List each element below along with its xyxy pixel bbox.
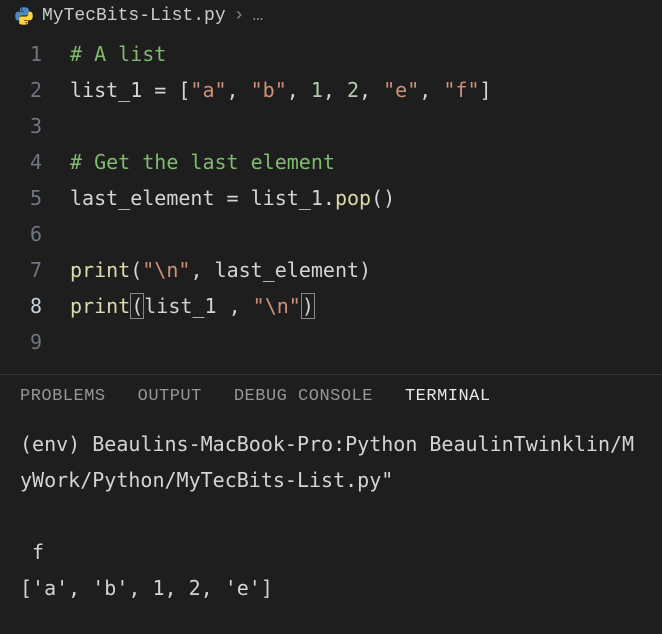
code-line[interactable]: 3 <box>0 108 662 144</box>
line-number: 5 <box>0 180 70 216</box>
panel-tabs: PROBLEMS OUTPUT DEBUG CONSOLE TERMINAL <box>0 375 662 418</box>
line-number: 6 <box>0 216 70 252</box>
breadcrumb-filename[interactable]: MyTecBits-List.py <box>42 6 226 26</box>
code-line[interactable]: 2list_1 = ["a", "b", 1, 2, "e", "f"] <box>0 72 662 108</box>
python-icon <box>14 6 34 26</box>
code-line[interactable]: 8print(list_1 , "\n") <box>0 288 662 324</box>
code-content[interactable]: # Get the last element <box>70 144 335 180</box>
code-content[interactable]: last_element = list_1.pop() <box>70 180 395 216</box>
code-line[interactable]: 9 <box>0 324 662 360</box>
code-content[interactable]: # A list <box>70 36 166 72</box>
terminal-output[interactable]: (env) Beaulins-MacBook-Pro:Python Beauli… <box>0 418 662 614</box>
bottom-panel: PROBLEMS OUTPUT DEBUG CONSOLE TERMINAL (… <box>0 374 662 614</box>
line-number: 8 <box>0 288 70 324</box>
line-number: 7 <box>0 252 70 288</box>
tab-terminal[interactable]: TERMINAL <box>405 387 491 406</box>
tab-output[interactable]: OUTPUT <box>138 387 202 406</box>
code-line[interactable]: 7print("\n", last_element) <box>0 252 662 288</box>
breadcrumb: MyTecBits-List.py › … <box>0 0 662 32</box>
code-line[interactable]: 1# A list <box>0 36 662 72</box>
line-number: 4 <box>0 144 70 180</box>
tab-problems[interactable]: PROBLEMS <box>20 387 106 406</box>
code-content[interactable]: list_1 = ["a", "b", 1, 2, "e", "f"] <box>70 72 492 108</box>
line-number: 3 <box>0 108 70 144</box>
line-number: 2 <box>0 72 70 108</box>
code-editor[interactable]: 1# A list2list_1 = ["a", "b", 1, 2, "e",… <box>0 32 662 364</box>
line-number: 1 <box>0 36 70 72</box>
breadcrumb-ellipsis[interactable]: … <box>252 6 263 26</box>
code-line[interactable]: 5last_element = list_1.pop() <box>0 180 662 216</box>
code-content[interactable]: print("\n", last_element) <box>70 252 371 288</box>
chevron-right-icon: › <box>234 6 245 26</box>
code-line[interactable]: 6 <box>0 216 662 252</box>
code-line[interactable]: 4# Get the last element <box>0 144 662 180</box>
code-content[interactable]: print(list_1 , "\n") <box>70 288 315 324</box>
line-number: 9 <box>0 324 70 360</box>
tab-debug-console[interactable]: DEBUG CONSOLE <box>234 387 373 406</box>
